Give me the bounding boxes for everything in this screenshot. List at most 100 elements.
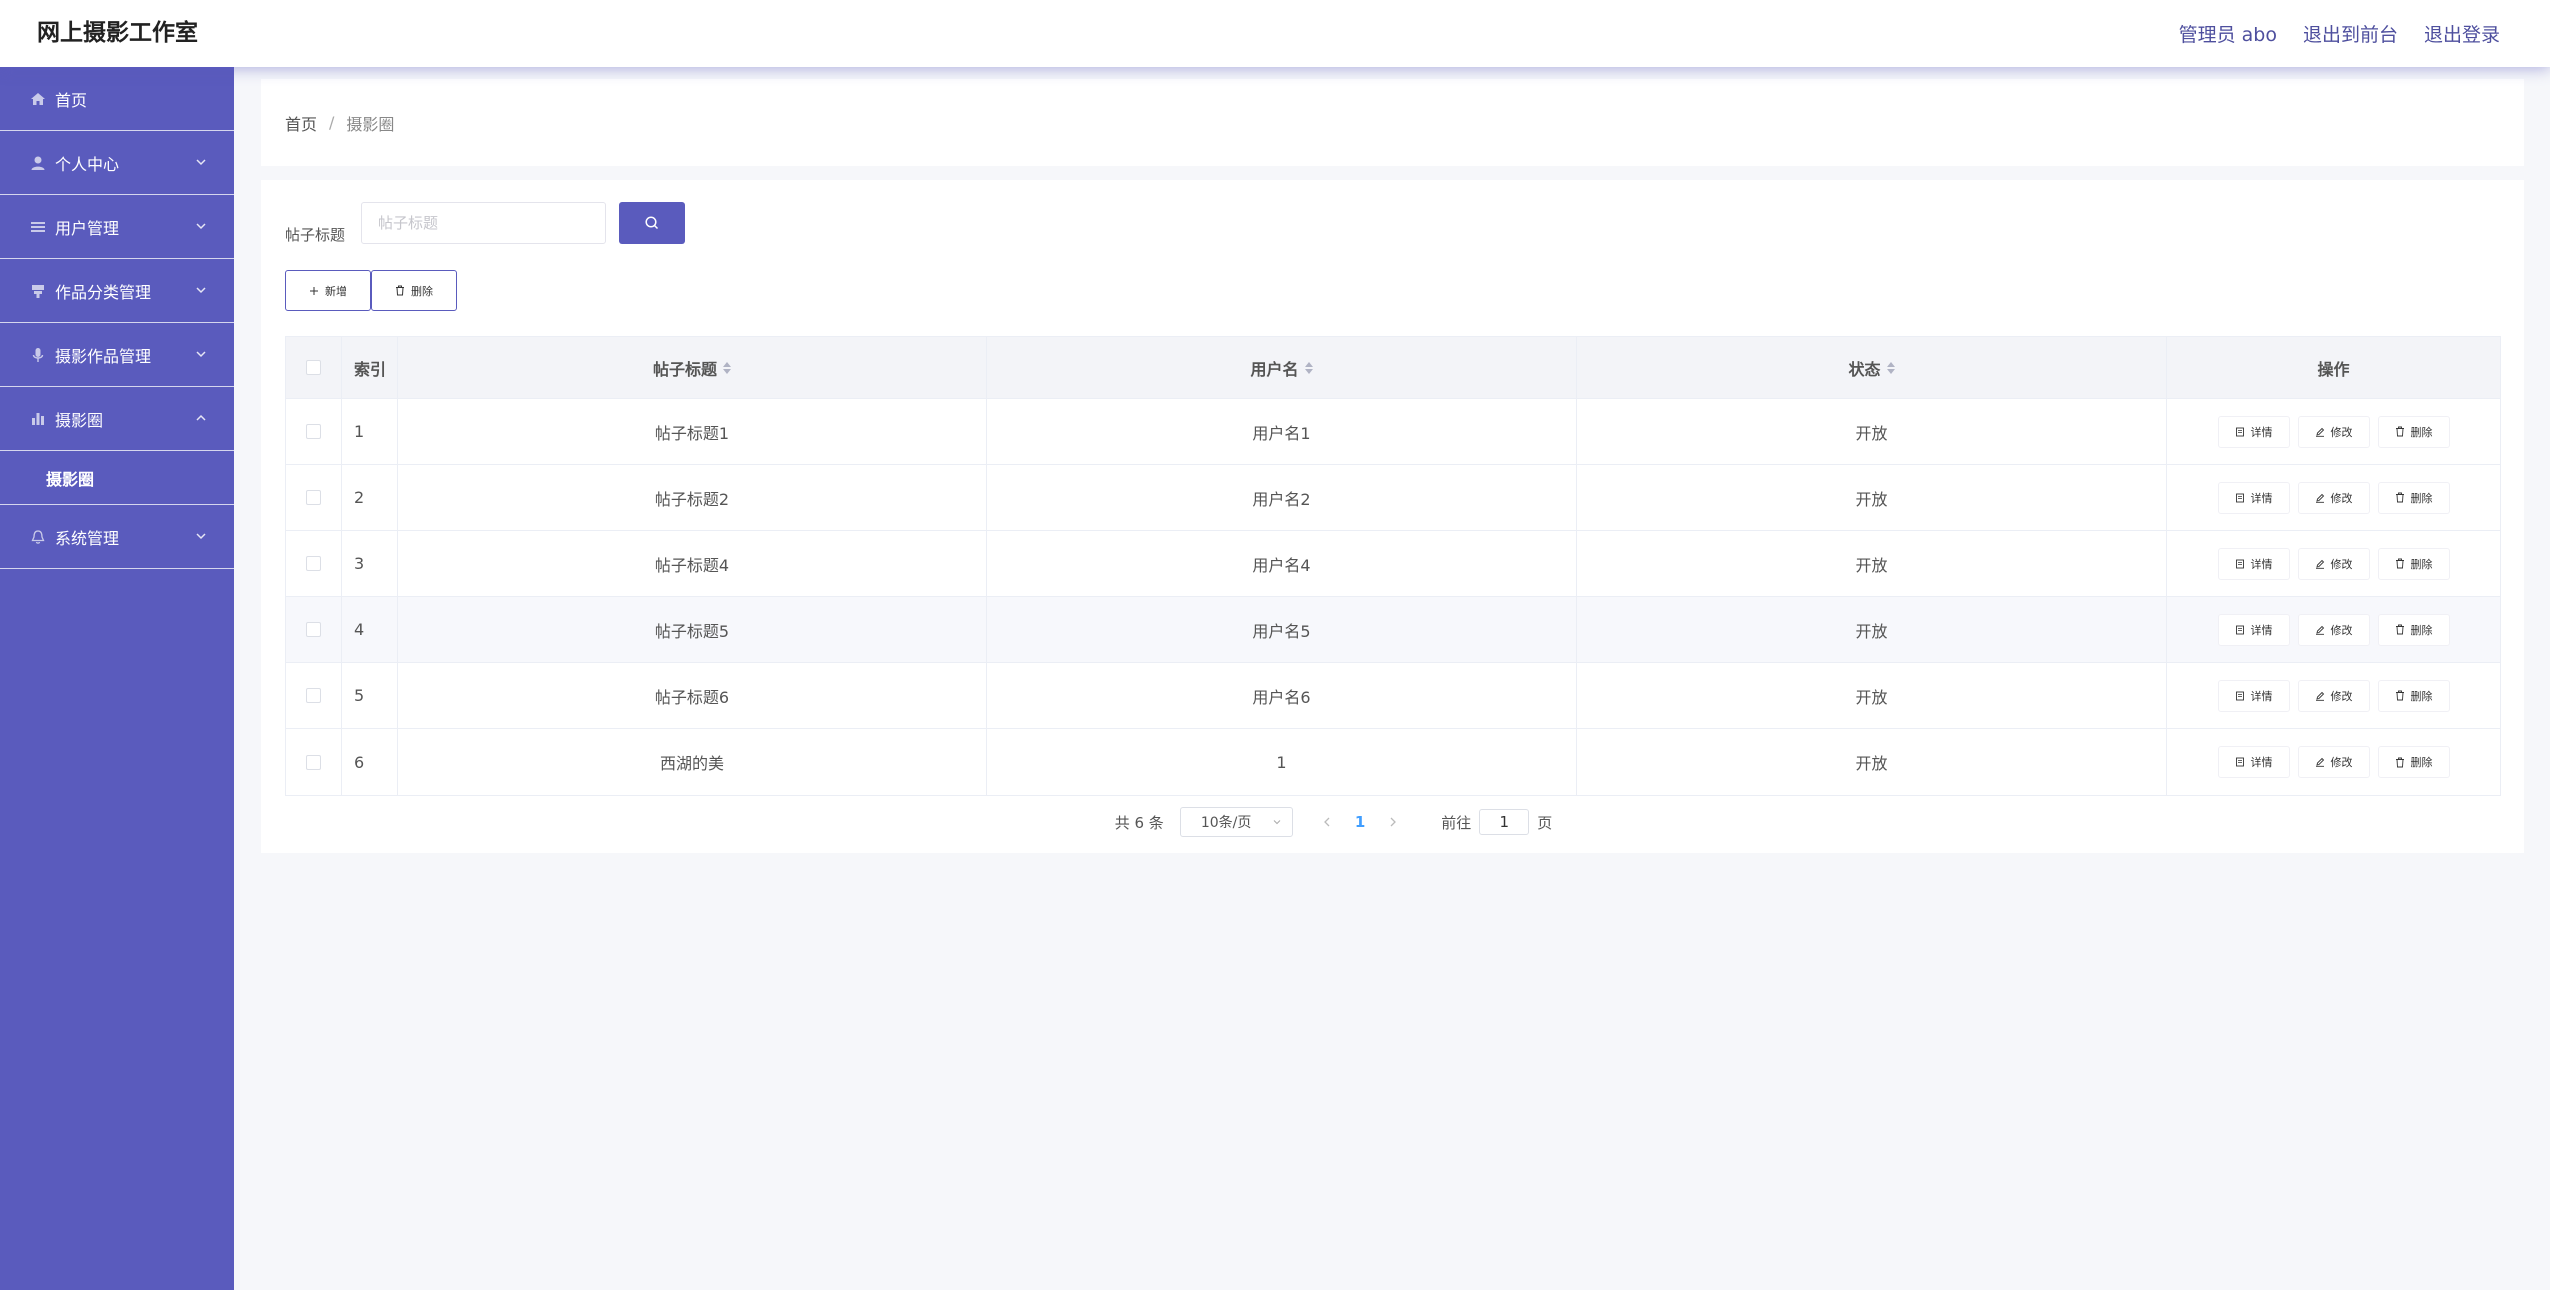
next-page-button[interactable] (1381, 816, 1405, 828)
edit-button[interactable]: 修改 (2297, 481, 2370, 514)
pagination-total: 共 6 条 (1114, 813, 1164, 832)
table-row: 1 帖子标题1 用户名1 开放 详情 修改 删除 (286, 399, 2500, 465)
bell-icon (28, 527, 48, 547)
exit-to-front-link[interactable]: 退出到前台 (2303, 20, 2398, 47)
cell-status: 开放 (1577, 597, 2167, 662)
sidebar-item-user-management[interactable]: 用户管理 (0, 195, 234, 259)
sidebar-item-label: 个人中心 (55, 154, 120, 174)
edit-button-label: 修改 (2330, 756, 2353, 769)
cell-user: 用户名4 (987, 531, 1577, 596)
header-links: 管理员 abo 退出到前台 退出登录 (2179, 0, 2500, 67)
sidebar: 首页 个人中心 用户管理 作品分类管理 摄影作品管理 摄影圈 摄影圈 系统管理 (0, 67, 234, 1290)
page-number-current[interactable]: 1 (1355, 813, 1365, 831)
page-size-select[interactable]: 10条/页 (1179, 807, 1293, 837)
goto-label: 前往 (1441, 813, 1472, 832)
batch-delete-button[interactable]: 删除 (371, 270, 457, 311)
chevron-down-icon (196, 159, 206, 166)
edit-icon (2315, 691, 2324, 701)
sidebar-item-category-management[interactable]: 作品分类管理 (0, 259, 234, 323)
add-button[interactable]: 新增 (285, 270, 371, 311)
prev-page-button[interactable] (1315, 816, 1339, 828)
col-header-title[interactable]: 帖子标题 (398, 337, 987, 398)
sort-icon[interactable] (723, 361, 731, 374)
delete-button[interactable]: 删除 (2377, 613, 2450, 646)
sidebar-item-home[interactable]: 首页 (0, 67, 234, 131)
detail-button[interactable]: 详情 (2217, 547, 2290, 580)
category-icon (28, 281, 48, 301)
breadcrumb-home-link[interactable]: 首页 (285, 111, 317, 135)
sort-icon[interactable] (1886, 361, 1895, 374)
sidebar-item-system-management[interactable]: 系统管理 (0, 505, 234, 569)
detail-button-label: 详情 (2250, 491, 2273, 505)
delete-button[interactable]: 删除 (2377, 547, 2450, 580)
delete-button-label: 删除 (2410, 623, 2433, 637)
edit-button-label: 修改 (2330, 623, 2353, 637)
table-row: 6 西湖的美 1 开放 详情 修改 删除 (286, 729, 2500, 795)
plus-icon (310, 286, 318, 295)
sort-icon[interactable] (1304, 361, 1313, 374)
detail-button[interactable]: 详情 (2217, 746, 2290, 778)
search-label: 帖子标题 (285, 226, 346, 244)
admin-user-link[interactable]: 管理员 abo (2179, 20, 2277, 47)
data-table: 索引 帖子标题 用户名 状态 操作 1 帖子标题1 用户名1 开放 详情 修改 删除 2 帖子标… (285, 336, 2501, 796)
app-title: 网上摄影工作室 (37, 20, 198, 46)
sidebar-item-photo-circle[interactable]: 摄影圈 (0, 387, 234, 451)
row-checkbox[interactable] (306, 556, 321, 571)
goto-suffix: 页 (1537, 813, 1553, 832)
top-header: 网上摄影工作室 管理员 abo 退出到前台 退出登录 (0, 0, 2550, 67)
edit-button[interactable]: 修改 (2297, 679, 2370, 712)
row-checkbox[interactable] (306, 424, 321, 439)
search-input[interactable] (361, 202, 606, 244)
sidebar-item-personal-center[interactable]: 个人中心 (0, 131, 234, 195)
delete-button[interactable]: 删除 (2377, 746, 2450, 778)
pagination: 共 6 条 10条/页 1 前往 页 (261, 807, 2524, 837)
row-checkbox[interactable] (306, 622, 321, 637)
detail-button[interactable]: 详情 (2217, 481, 2290, 514)
row-checkbox[interactable] (306, 490, 321, 505)
cell-status: 开放 (1577, 465, 2167, 530)
edit-button[interactable]: 修改 (2297, 547, 2370, 580)
search-button[interactable] (619, 202, 685, 244)
delete-button[interactable]: 删除 (2377, 415, 2450, 448)
row-checkbox[interactable] (306, 688, 321, 703)
cell-title: 帖子标题5 (398, 597, 987, 662)
sidebar-subitem-photo-circle[interactable]: 摄影圈 (0, 451, 234, 505)
col-header-index: 索引 (342, 337, 398, 398)
goto-page-input[interactable] (1479, 809, 1530, 835)
edit-button[interactable]: 修改 (2297, 746, 2370, 778)
sidebar-item-photo-works-management[interactable]: 摄影作品管理 (0, 323, 234, 387)
edit-button[interactable]: 修改 (2297, 415, 2370, 448)
bar-chart-icon (28, 409, 48, 429)
cell-title: 西湖的美 (398, 729, 987, 795)
cell-ops: 详情 修改 删除 (2167, 663, 2500, 728)
sidebar-item-label: 摄影作品管理 (55, 346, 152, 366)
detail-button[interactable]: 详情 (2217, 679, 2290, 712)
document-icon (2235, 625, 2244, 634)
edit-icon (2315, 493, 2324, 503)
page-size-value: 10条/页 (1200, 815, 1252, 831)
sidebar-item-label: 摄影圈 (55, 410, 104, 430)
col-header-user[interactable]: 用户名 (987, 337, 1577, 398)
col-header-status[interactable]: 状态 (1577, 337, 2167, 398)
col-header-title-label: 帖子标题 (652, 359, 717, 379)
trash-icon (2395, 690, 2404, 701)
chevron-down-icon (1273, 820, 1281, 825)
row-checkbox[interactable] (306, 754, 321, 770)
select-all-checkbox[interactable] (306, 360, 321, 375)
delete-button[interactable]: 删除 (2377, 481, 2450, 514)
delete-button[interactable]: 删除 (2377, 679, 2450, 712)
chevron-down-icon (196, 351, 206, 358)
trash-icon (2395, 492, 2404, 503)
edit-button-label: 修改 (2330, 557, 2353, 571)
delete-button-label: 删除 (2410, 557, 2433, 571)
detail-button[interactable]: 详情 (2217, 613, 2290, 646)
cell-status: 开放 (1577, 663, 2167, 728)
sidebar-item-label: 用户管理 (55, 218, 120, 238)
logout-link[interactable]: 退出登录 (2424, 20, 2500, 47)
detail-button[interactable]: 详情 (2217, 415, 2290, 448)
edit-button[interactable]: 修改 (2297, 613, 2370, 646)
cell-user: 用户名1 (987, 399, 1577, 464)
sidebar-item-label: 首页 (55, 90, 88, 110)
chevron-right-icon (1390, 817, 1397, 827)
table-body: 1 帖子标题1 用户名1 开放 详情 修改 删除 2 帖子标题2 用户名2 开放 详情 修改 删除 3 帖子标… (286, 399, 2500, 795)
